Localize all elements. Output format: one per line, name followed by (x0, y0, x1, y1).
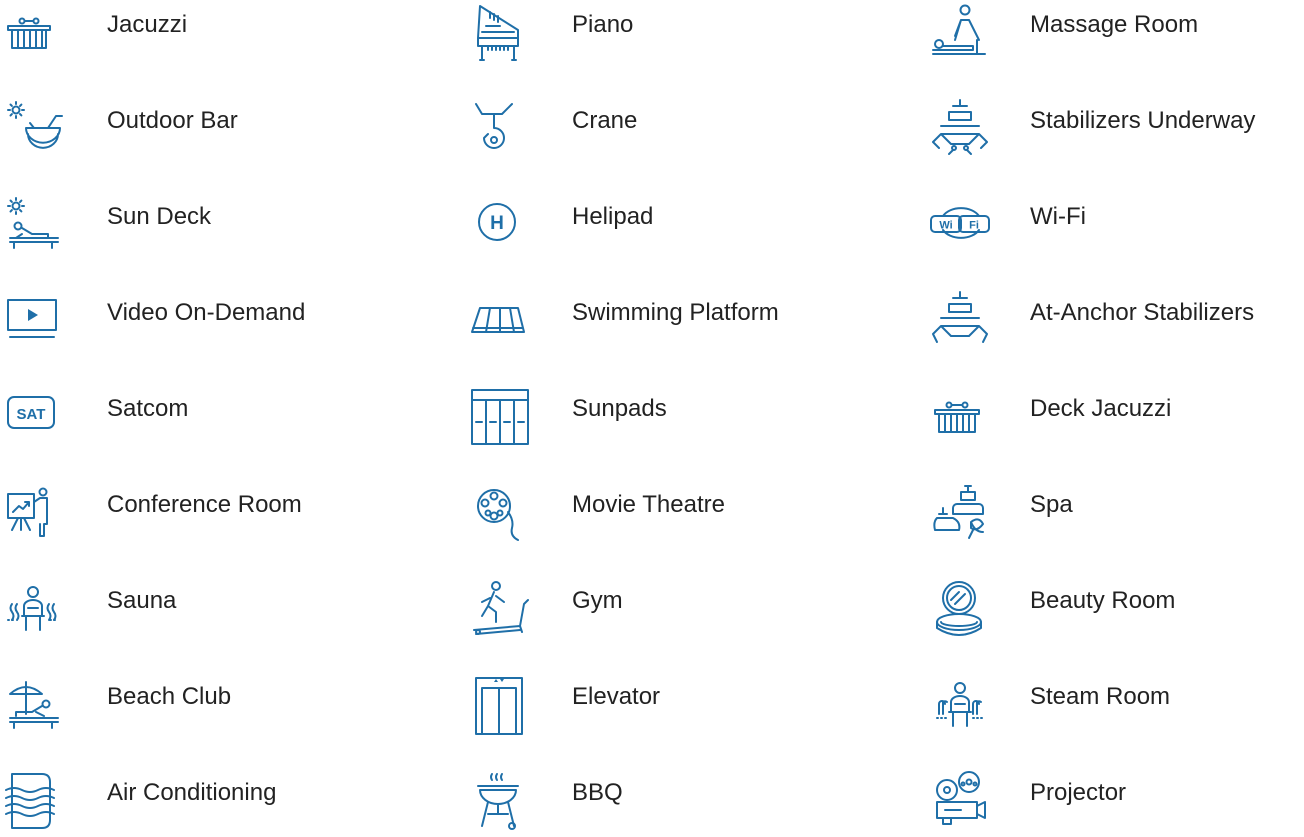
amenity-label: Piano (572, 11, 634, 38)
amenity-label: Video On-Demand (107, 299, 306, 326)
amenity-satcom: SAT Satcom (0, 392, 380, 452)
deck-jacuzzi-icon (927, 386, 993, 452)
amenity-video-on-demand: Video On-Demand (0, 296, 380, 356)
elevator-icon (466, 674, 532, 740)
sunpads-icon (466, 386, 532, 452)
beach-club-icon (0, 674, 66, 740)
amenity-projector: Projector (927, 771, 1304, 836)
amenity-gym: Gym (466, 581, 846, 644)
amenities-grid: Jacuzzi Outdoor Bar Sun Deck Video On-De… (0, 0, 1304, 837)
svg-text:H: H (490, 213, 504, 234)
amenity-label: Gym (572, 587, 623, 614)
amenity-label: Massage Room (1030, 11, 1199, 38)
amenity-air-conditioning: Air Conditioning (0, 773, 380, 836)
amenity-sun-deck: Sun Deck (0, 197, 380, 260)
amenity-label: Wi-Fi (1030, 203, 1086, 230)
svg-text:Wi: Wi (939, 220, 952, 232)
svg-text:SAT: SAT (17, 406, 46, 423)
amenity-beach-club: Beach Club (0, 680, 380, 740)
amenity-label: Conference Room (107, 491, 302, 518)
amenity-label: Satcom (107, 395, 189, 422)
projector-icon (927, 770, 993, 836)
beauty-room-icon (927, 578, 993, 644)
sun-deck-icon (0, 194, 66, 260)
air-conditioning-icon (0, 770, 66, 836)
helipad-icon: H (466, 194, 532, 260)
amenity-label: Spa (1030, 491, 1073, 518)
amenity-steam-room: Steam Room (927, 680, 1304, 740)
steam-room-icon (927, 674, 993, 740)
amenity-conference-room: Conference Room (0, 487, 380, 548)
satcom-icon: SAT (0, 386, 66, 452)
piano-icon (466, 2, 532, 68)
gym-icon (466, 578, 532, 644)
spa-icon (927, 482, 993, 548)
amenity-label: Outdoor Bar (107, 107, 238, 134)
amenity-label: Crane (572, 107, 638, 134)
amenity-label: At-Anchor Stabilizers (1030, 299, 1255, 326)
amenity-massage-room: Massage Room (927, 4, 1304, 68)
amenity-label: Sunpads (572, 395, 667, 422)
amenity-label: Swimming Platform (572, 299, 779, 326)
amenity-label: Helipad (572, 203, 654, 230)
amenity-outdoor-bar: Outdoor Bar (0, 101, 380, 164)
amenity-label: Air Conditioning (107, 779, 277, 806)
bbq-icon (466, 770, 532, 836)
amenity-helipad: H Helipad (466, 200, 846, 260)
sauna-icon (0, 578, 66, 644)
amenity-movie-theatre: Movie Theatre (466, 488, 846, 548)
amenity-label: Projector (1030, 779, 1127, 806)
movie-theatre-icon (466, 482, 532, 548)
video-on-demand-icon (0, 290, 66, 356)
amenity-label: Elevator (572, 683, 661, 710)
amenity-label: Beach Club (107, 683, 232, 710)
amenity-wifi: Wi Fi Wi-Fi (927, 200, 1304, 260)
at-anchor-stabilizers-icon (927, 290, 993, 356)
jacuzzi-icon (0, 2, 66, 68)
amenity-label: Movie Theatre (572, 491, 725, 518)
amenity-swimming-platform: Swimming Platform (466, 296, 846, 356)
amenity-label: Sun Deck (107, 203, 212, 230)
amenity-elevator: Elevator (466, 677, 846, 740)
amenity-label: Sauna (107, 587, 177, 614)
amenity-label: BBQ (572, 779, 623, 806)
amenity-label: Deck Jacuzzi (1030, 395, 1172, 422)
svg-text:Fi: Fi (969, 220, 979, 232)
amenity-stabilizers-underway: Stabilizers Underway (927, 99, 1304, 164)
amenity-deck-jacuzzi: Deck Jacuzzi (927, 392, 1304, 452)
amenity-label: Steam Room (1030, 683, 1171, 710)
amenity-at-anchor-stabilizers: At-Anchor Stabilizers (927, 291, 1304, 356)
amenity-label: Jacuzzi (107, 11, 188, 38)
amenity-spa: Spa (927, 485, 1304, 548)
outdoor-bar-icon (0, 98, 66, 164)
stabilizers-underway-icon (927, 98, 993, 164)
amenity-jacuzzi: Jacuzzi (0, 8, 380, 68)
amenity-crane: Crane (466, 103, 846, 164)
amenity-piano: Piano (466, 5, 846, 68)
crane-icon (466, 98, 532, 164)
amenity-sunpads: Sunpads (466, 389, 846, 452)
conference-room-icon (0, 482, 66, 548)
amenity-bbq: BBQ (466, 773, 846, 836)
amenity-sauna: Sauna (0, 584, 380, 644)
amenity-label: Stabilizers Underway (1030, 107, 1256, 134)
amenity-beauty-room: Beauty Room (927, 581, 1304, 644)
swimming-platform-icon (466, 290, 532, 356)
wifi-icon: Wi Fi (927, 194, 993, 260)
massage-room-icon (927, 2, 993, 68)
amenity-label: Beauty Room (1030, 587, 1176, 614)
